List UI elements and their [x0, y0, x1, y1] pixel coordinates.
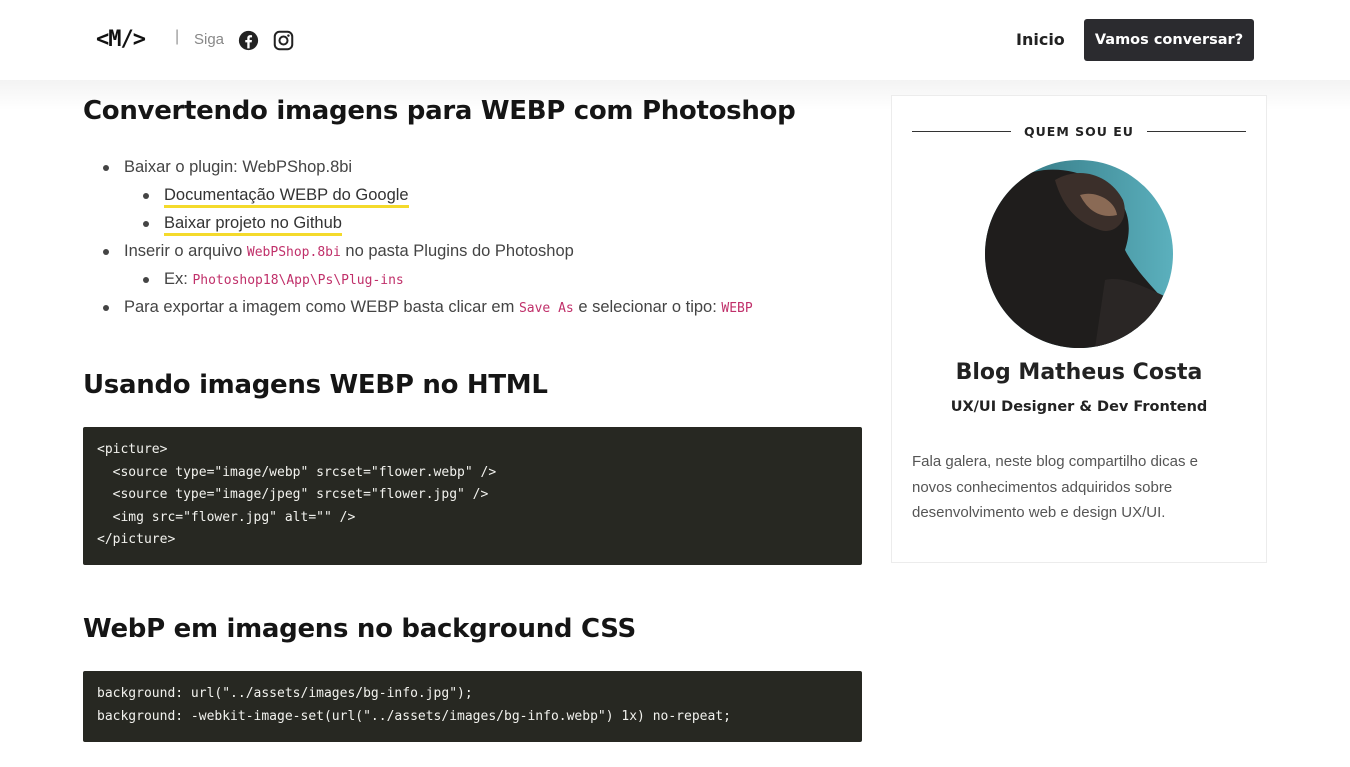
sidebar-description: Fala galera, neste blog compartilho dica… [912, 453, 1198, 521]
list-item-text: no pasta Plugins do Photoshop [340, 242, 574, 260]
inline-code: Save As [518, 301, 574, 316]
list-item-text: Para exportar a imagem como WEBP basta c… [124, 298, 519, 316]
list-item-text: Baixar o plugin: WebPShop.8bi [124, 158, 353, 176]
list-item-text: Ex: [164, 270, 193, 288]
contact-cta-button[interactable]: Vamos conversar? [1084, 19, 1254, 61]
list-item-text: e selecionar o tipo: [573, 298, 722, 316]
section-title-html: Usando imagens WEBP no HTML [83, 370, 548, 400]
site-logo[interactable]: <M/> [96, 27, 146, 52]
avatar [985, 160, 1173, 348]
link-github-project[interactable]: Baixar projeto no Github [164, 214, 342, 236]
inline-code: Photoshop18\App\Ps\Plug-ins [192, 273, 404, 288]
inline-code: WEBP [721, 301, 753, 316]
sidebar-name: Blog Matheus Costa [955, 360, 1203, 385]
instagram-icon[interactable] [273, 30, 294, 51]
code-block-html: <picture> <source type="image/webp" srcs… [83, 427, 862, 565]
about-sidebar: QUEM SOU EU Blog Matheus Costa UX/UI Des… [891, 95, 1267, 563]
link-webp-docs[interactable]: Documentação WEBP do Google [164, 186, 409, 208]
sidebar-role: UX/UI Designer & Dev Frontend [950, 399, 1208, 415]
code-block-css: background: url("../assets/images/bg-inf… [83, 671, 862, 742]
sidebar-title: QUEM SOU EU [1024, 124, 1134, 139]
site-header: <M/> | Siga Inicio Vamos conversar? [0, 0, 1350, 80]
nav-inicio[interactable]: Inicio [1016, 30, 1065, 49]
section-title-photoshop: Convertendo imagens para WEBP com Photos… [83, 96, 796, 126]
facebook-icon[interactable] [238, 30, 259, 51]
list-item-text: Inserir o arquivo [124, 242, 247, 260]
inline-code: WebPShop.8bi [246, 245, 341, 260]
follow-label: Siga [194, 31, 225, 48]
header-separator: | [175, 28, 180, 45]
section-title-css: WebP em imagens no background CSS [83, 614, 636, 644]
